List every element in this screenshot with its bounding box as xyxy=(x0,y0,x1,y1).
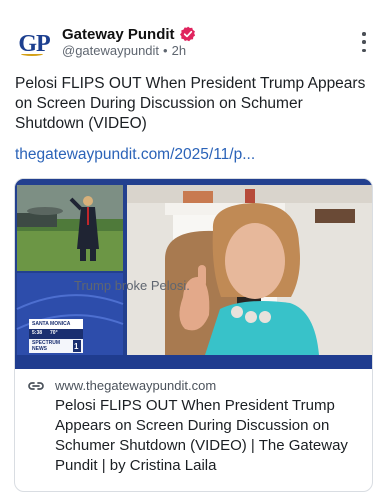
news-time-temp-row: 5:38 70° xyxy=(32,330,58,336)
author-meta-row: @gatewaypundit • 2h xyxy=(62,43,186,58)
author-name-row: Gateway Pundit xyxy=(62,24,196,44)
avatar[interactable]: GP xyxy=(14,24,54,64)
avatar-swoosh xyxy=(21,52,43,56)
verified-badge-icon xyxy=(179,26,196,42)
more-options-icon[interactable] xyxy=(361,32,367,52)
link-title[interactable]: Pelosi FLIPS OUT When President Trump Ap… xyxy=(55,396,355,476)
news-channel-number: 1 xyxy=(74,342,79,351)
link-domain: www.thegatewaypundit.com xyxy=(55,378,217,393)
link-preview-info: www.thegatewaypundit.com Pelosi FLIPS OU… xyxy=(15,369,372,491)
news-location: SANTA MONICA xyxy=(32,321,71,327)
article-thumbnail xyxy=(15,179,372,369)
meta-separator: • xyxy=(163,43,168,58)
dot-3 xyxy=(362,48,366,52)
news-temp: 70° xyxy=(50,330,58,336)
author-display-name[interactable]: Gateway Pundit xyxy=(62,26,175,43)
dot-2 xyxy=(362,40,366,44)
author-handle[interactable]: @gatewaypundit xyxy=(62,43,159,58)
news-time: 5:38 xyxy=(32,330,43,336)
post-timestamp[interactable]: 2h xyxy=(172,43,186,58)
news-brand-2: NEWS xyxy=(32,346,47,352)
dot-1 xyxy=(362,32,366,36)
link-icon xyxy=(28,382,44,390)
link-description: Trump broke Pelosi. xyxy=(74,278,190,293)
post-link[interactable]: thegatewaypundit.com/2025/11/p... xyxy=(15,146,255,164)
post-text: Pelosi FLIPS OUT When President Trump Ap… xyxy=(15,75,366,132)
link-preview-card[interactable]: www.thegatewaypundit.com Pelosi FLIPS OU… xyxy=(14,178,373,492)
news-brand-block: SPECTRUM NEWS xyxy=(32,340,60,352)
social-post: GP Gateway Pundit @gatewaypundit • 2h Pe… xyxy=(0,0,387,500)
